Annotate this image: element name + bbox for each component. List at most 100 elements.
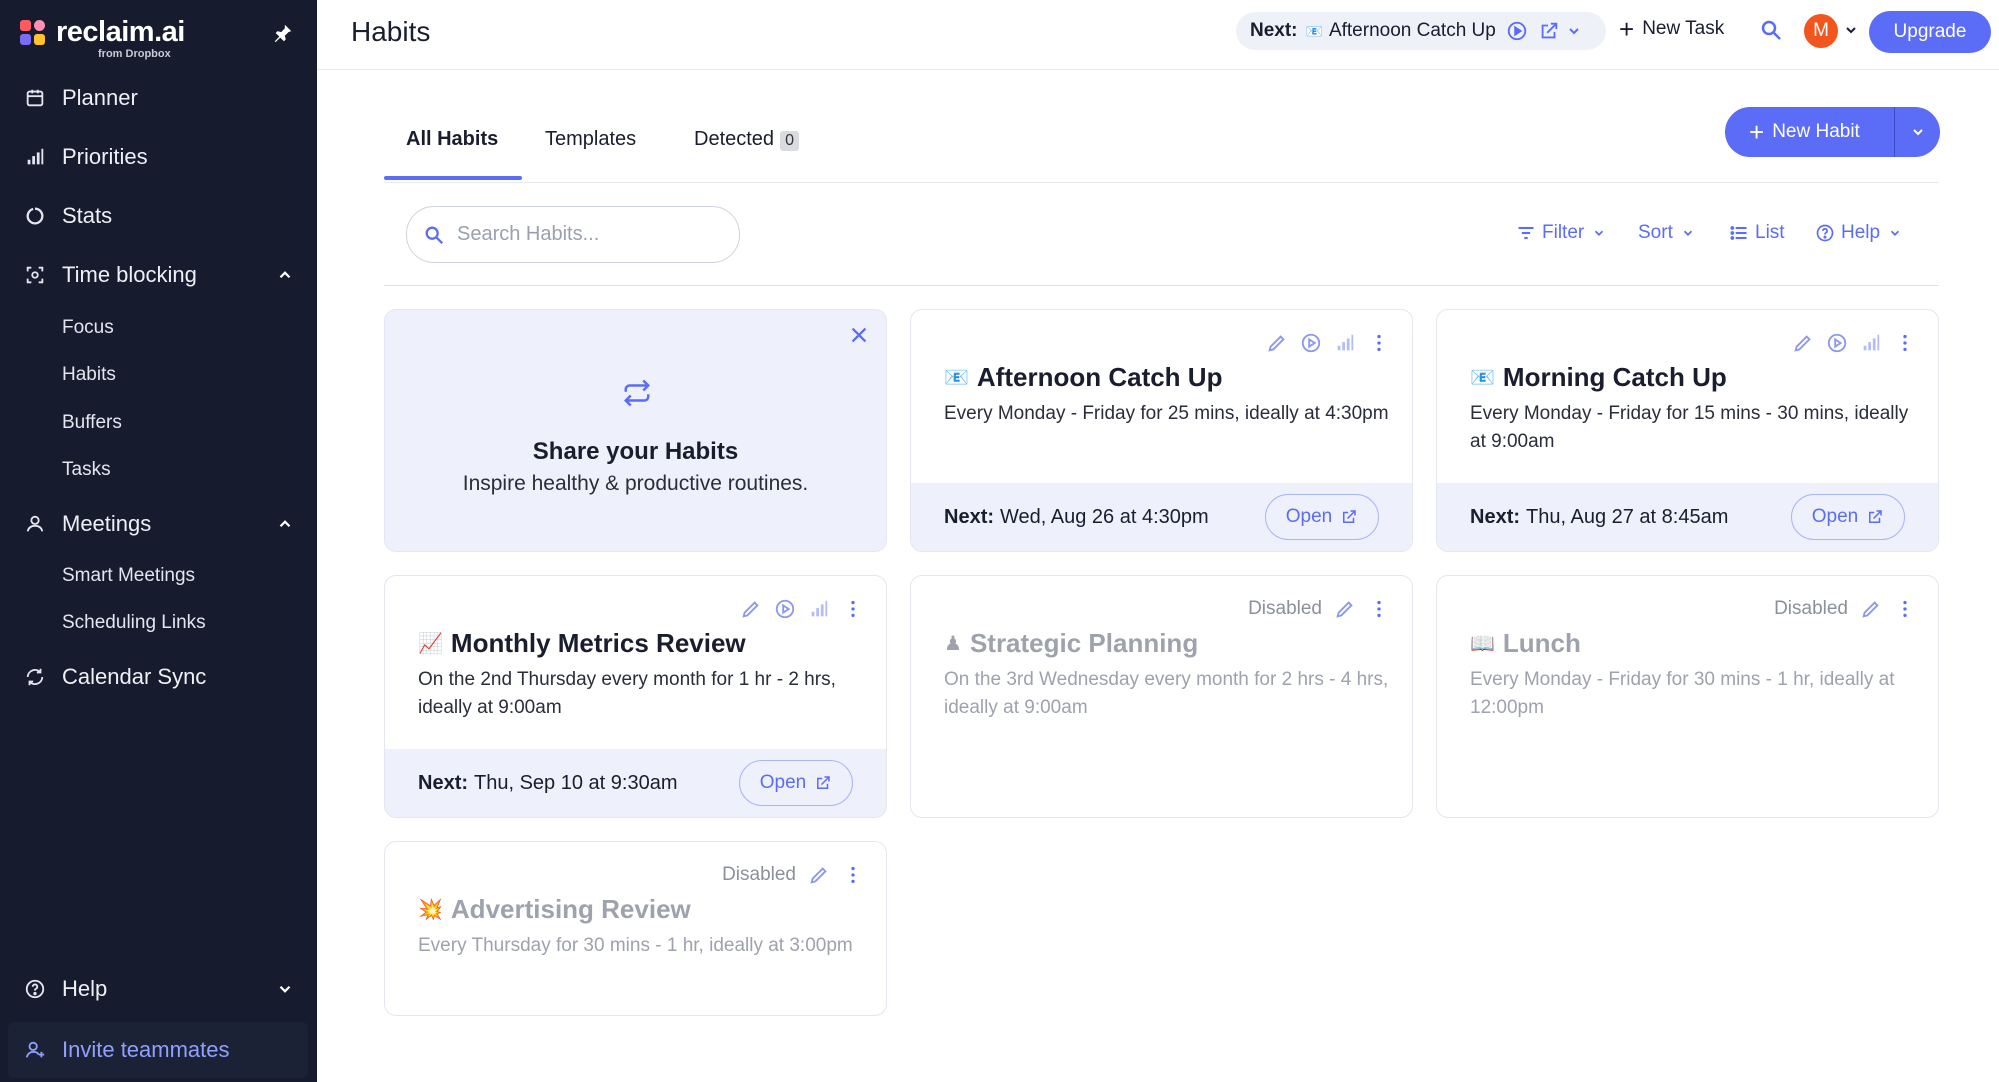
next-label: Next: <box>1470 505 1521 528</box>
next-value: Afternoon Catch Up <box>1328 20 1496 41</box>
card-actions <box>740 598 864 620</box>
habit-title: ♟ Strategic Planning <box>944 628 1198 659</box>
more-vertical-icon[interactable] <box>1368 598 1390 620</box>
habit-card-advertising-review[interactable]: Disabled 💥 Advertising Review Every Thur… <box>384 841 887 1016</box>
more-vertical-icon[interactable] <box>1368 332 1390 354</box>
invite-teammates-button[interactable]: Invite teammates <box>8 1022 308 1078</box>
nav-priorities[interactable]: Priorities <box>24 139 294 175</box>
filter-button[interactable]: Filter <box>1516 222 1606 244</box>
stats-ring-icon <box>26 207 44 225</box>
search-input[interactable] <box>457 223 717 246</box>
sync-icon <box>26 668 44 686</box>
open-label: Open <box>1811 506 1859 527</box>
bar-chart-icon[interactable] <box>1334 332 1356 354</box>
play-circle-icon[interactable] <box>774 598 796 620</box>
open-button[interactable]: Open <box>1265 494 1379 540</box>
tab-detected[interactable]: Detected 0 <box>694 128 799 151</box>
logo[interactable]: reclaim.ai <box>20 16 185 48</box>
nav-stats[interactable]: Stats <box>24 198 294 234</box>
habit-title: 📈 Monthly Metrics Review <box>418 628 746 659</box>
chevron-up-icon[interactable] <box>276 515 294 533</box>
more-vertical-icon[interactable] <box>842 864 864 886</box>
pencil-icon[interactable] <box>1860 598 1882 620</box>
sort-button[interactable]: Sort <box>1638 222 1695 244</box>
share-title: Share your Habits <box>532 438 739 465</box>
toolbar-divider <box>384 285 1939 286</box>
close-icon[interactable] <box>848 324 870 346</box>
add-user-icon <box>25 1041 45 1058</box>
bar-chart-icon[interactable] <box>808 598 830 620</box>
next-label: Next: <box>944 505 995 528</box>
tab-detected-label: Detected <box>694 128 775 150</box>
filter-label: Filter <box>1542 222 1585 243</box>
external-link-icon <box>817 776 830 789</box>
list-view-button[interactable]: List <box>1729 222 1785 244</box>
play-circle-icon[interactable] <box>1826 332 1848 354</box>
chevron-down-icon[interactable] <box>1566 23 1582 39</box>
search-icon[interactable] <box>1759 18 1783 42</box>
external-link-icon[interactable] <box>1538 20 1560 42</box>
pencil-icon[interactable] <box>808 864 830 886</box>
nav-meetings[interactable]: Meetings <box>24 506 294 542</box>
pencil-icon[interactable] <box>740 598 762 620</box>
active-tab-indicator <box>384 176 522 180</box>
habit-description: Every Monday - Friday for 15 mins - 30 m… <box>1470 403 1909 452</box>
sidebar-item-tasks[interactable]: Tasks <box>62 456 111 484</box>
bar-chart-icon[interactable] <box>1860 332 1882 354</box>
new-habit-button[interactable]: + New Habit <box>1725 107 1895 157</box>
more-vertical-icon[interactable] <box>1894 332 1916 354</box>
upgrade-button[interactable]: Upgrade <box>1869 11 1991 53</box>
chevron-down-icon[interactable] <box>1843 22 1859 38</box>
more-vertical-icon[interactable] <box>842 598 864 620</box>
sidebar-item-smart-meetings[interactable]: Smart Meetings <box>62 562 195 590</box>
nav-time-blocking[interactable]: Time blocking <box>24 257 294 293</box>
search-icon <box>425 226 444 244</box>
habit-card-afternoon-catch-up[interactable]: 📧 Afternoon Catch Up Every Monday - Frid… <box>910 309 1413 552</box>
new-task-button[interactable]: + New Task <box>1619 16 1724 42</box>
help-button[interactable]: Help <box>1815 222 1902 244</box>
next-habit-pill[interactable]: Next: 📧 Afternoon Catch Up <box>1236 12 1606 50</box>
habit-title-text: Lunch <box>1502 628 1581 658</box>
more-vertical-icon[interactable] <box>1894 598 1916 620</box>
avatar[interactable]: M <box>1804 14 1838 48</box>
next-value: Wed, Aug 26 at 4:30pm <box>1000 505 1209 528</box>
nav-planner[interactable]: Planner <box>24 80 294 116</box>
disabled-label: Disabled <box>722 864 796 885</box>
habit-card-morning-catch-up[interactable]: 📧 Morning Catch Up Every Monday - Friday… <box>1436 309 1939 552</box>
pin-icon[interactable] <box>272 22 294 44</box>
nav-help[interactable]: Help <box>24 971 294 1007</box>
new-habit-dropdown[interactable] <box>1895 124 1940 140</box>
nav-calendar-sync[interactable]: Calendar Sync <box>24 659 294 695</box>
invite-label: Invite teammates <box>62 1037 230 1062</box>
tab-templates[interactable]: Templates <box>545 128 636 151</box>
sidebar-item-focus[interactable]: Focus <box>62 314 114 342</box>
pencil-icon[interactable] <box>1792 332 1814 354</box>
tab-divider <box>384 182 1939 183</box>
open-button[interactable]: Open <box>739 760 853 806</box>
habit-title-text: Afternoon Catch Up <box>976 362 1223 392</box>
next-value: Thu, Sep 10 at 9:30am <box>474 771 678 794</box>
sidebar-item-habits[interactable]: Habits <box>62 361 116 389</box>
open-button[interactable]: Open <box>1791 494 1905 540</box>
habit-description: On the 3rd Wednesday every month for 2 h… <box>944 669 1389 718</box>
page-title: Habits <box>351 16 431 47</box>
habit-emoji: 📖 <box>1470 633 1495 655</box>
play-circle-icon[interactable] <box>1506 20 1528 42</box>
nav-calendar-sync-label: Calendar Sync <box>62 664 207 689</box>
habit-card-lunch[interactable]: Disabled 📖 Lunch Every Monday - Friday f… <box>1436 575 1939 818</box>
pencil-icon[interactable] <box>1334 598 1356 620</box>
nav-priorities-label: Priorities <box>62 144 148 169</box>
share-subtitle: Inspire healthy & productive routines. <box>462 472 809 495</box>
play-circle-icon[interactable] <box>1300 332 1322 354</box>
card-actions <box>1792 332 1916 354</box>
sidebar-item-scheduling-links[interactable]: Scheduling Links <box>62 609 206 637</box>
habit-card-strategic-planning[interactable]: Disabled ♟ Strategic Planning On the 3rd… <box>910 575 1413 818</box>
pencil-icon[interactable] <box>1266 332 1288 354</box>
tab-all-habits[interactable]: All Habits <box>406 128 498 151</box>
chevron-up-icon[interactable] <box>276 266 294 284</box>
chevron-down-icon[interactable] <box>276 980 294 998</box>
focus-frame-icon <box>26 266 44 284</box>
detected-count-badge: 0 <box>780 131 799 151</box>
habit-card-monthly-metrics-review[interactable]: 📈 Monthly Metrics Review On the 2nd Thur… <box>384 575 887 818</box>
sidebar-item-buffers[interactable]: Buffers <box>62 409 122 437</box>
